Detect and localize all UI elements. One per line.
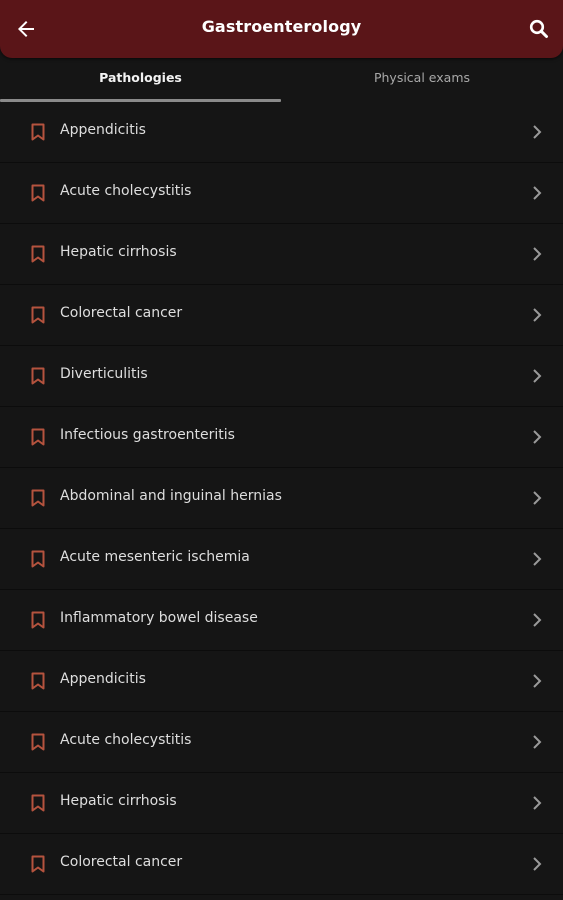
chevron-right-icon — [531, 124, 543, 140]
chevron-right-icon — [531, 673, 543, 689]
list-item[interactable]: Acute cholecystitis — [0, 712, 563, 773]
chevron-right-icon — [531, 612, 543, 628]
bookmark-icon[interactable] — [30, 672, 46, 690]
pathology-list: Appendicitis Acute cholecystitis Hepatic… — [0, 102, 563, 895]
list-item[interactable]: Acute cholecystitis — [0, 163, 563, 224]
list-item-label: Colorectal cancer — [60, 854, 183, 870]
app-bar: Gastroenterology — [0, 0, 563, 58]
bookmark-icon[interactable] — [30, 855, 46, 873]
search-icon[interactable] — [527, 17, 551, 41]
bookmark-icon[interactable] — [30, 550, 46, 568]
chevron-right-icon — [531, 185, 543, 201]
chevron-right-icon — [531, 307, 543, 323]
chevron-right-icon — [531, 795, 543, 811]
list-item[interactable]: Colorectal cancer — [0, 285, 563, 346]
bookmark-icon[interactable] — [30, 123, 46, 141]
bookmark-icon[interactable] — [30, 245, 46, 263]
list-item-label: Infectious gastroenteritis — [60, 427, 235, 443]
bookmark-icon[interactable] — [30, 184, 46, 202]
list-item-label: Abdominal and inguinal hernias — [60, 488, 282, 504]
list-item-label: Appendicitis — [60, 122, 146, 138]
list-item-label: Hepatic cirrhosis — [60, 793, 177, 809]
list-item-label: Hepatic cirrhosis — [60, 244, 177, 260]
list-item-label: Inflammatory bowel disease — [60, 610, 258, 626]
list-item[interactable]: Infectious gastroenteritis — [0, 407, 563, 468]
chevron-right-icon — [531, 246, 543, 262]
chevron-right-icon — [531, 490, 543, 506]
list-item-label: Acute cholecystitis — [60, 732, 192, 748]
list-item[interactable]: Appendicitis — [0, 651, 563, 712]
page-title: Gastroenterology — [201, 17, 362, 36]
tab-pathologies[interactable]: Pathologies — [0, 58, 281, 100]
list-item-label: Acute cholecystitis — [60, 183, 192, 199]
list-item[interactable]: Appendicitis — [0, 102, 563, 163]
list-item-label: Colorectal cancer — [60, 305, 183, 321]
bookmark-icon[interactable] — [30, 306, 46, 324]
list-item-label: Diverticulitis — [60, 366, 148, 382]
bookmark-icon[interactable] — [30, 611, 46, 629]
bookmark-icon[interactable] — [30, 489, 46, 507]
list-item[interactable]: Acute mesenteric ischemia — [0, 529, 563, 590]
bookmark-icon[interactable] — [30, 428, 46, 446]
tab-physical-exams[interactable]: Physical exams — [281, 58, 563, 100]
chevron-right-icon — [531, 551, 543, 567]
chevron-right-icon — [531, 734, 543, 750]
bookmark-icon[interactable] — [30, 794, 46, 812]
tab-bar: Pathologies Physical exams — [0, 58, 563, 102]
list-item[interactable]: Inflammatory bowel disease — [0, 590, 563, 651]
chevron-right-icon — [531, 429, 543, 445]
chevron-right-icon — [531, 856, 543, 872]
list-item[interactable]: Abdominal and inguinal hernias — [0, 468, 563, 529]
list-item[interactable]: Colorectal cancer — [0, 834, 563, 895]
chevron-right-icon — [531, 368, 543, 384]
list-item[interactable]: Hepatic cirrhosis — [0, 224, 563, 285]
list-item[interactable]: Diverticulitis — [0, 346, 563, 407]
list-item[interactable]: Hepatic cirrhosis — [0, 773, 563, 834]
list-item-label: Appendicitis — [60, 671, 146, 687]
list-item-label: Acute mesenteric ischemia — [60, 549, 250, 565]
bookmark-icon[interactable] — [30, 367, 46, 385]
bookmark-icon[interactable] — [30, 733, 46, 751]
